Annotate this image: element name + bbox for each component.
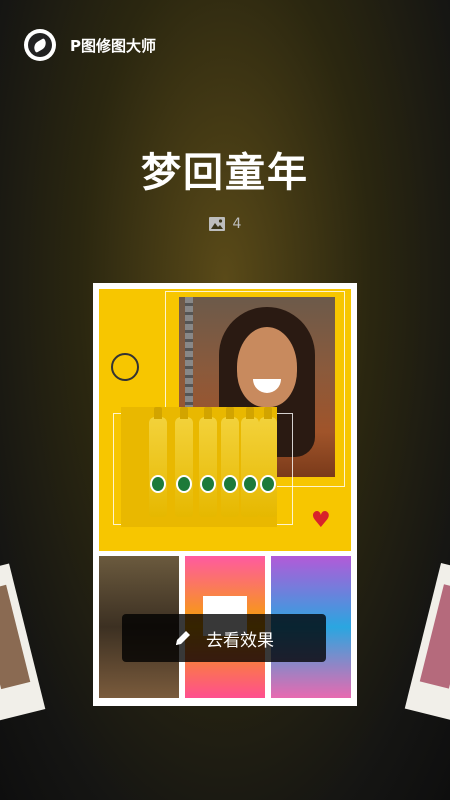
app-name: P图修图大师 — [70, 36, 156, 55]
app-header: P图修图大师 — [24, 28, 156, 62]
album-title: 梦回童年 — [141, 150, 309, 196]
heart-icon: ♥ — [311, 508, 331, 533]
next-template-card[interactable] — [404, 562, 450, 724]
prev-template-card[interactable] — [0, 563, 46, 723]
image-count: 4 — [232, 216, 242, 232]
app-logo-icon[interactable] — [24, 29, 56, 61]
template-hero-image: ♥ — [99, 289, 351, 551]
view-effect-label: 去看效果 — [206, 630, 274, 651]
pencil-icon — [176, 631, 190, 645]
image-icon — [208, 217, 225, 231]
view-effect-button[interactable]: 去看效果 — [122, 614, 326, 662]
emoji-sticker-icon — [111, 353, 139, 381]
image-count-row: 4 — [0, 216, 450, 232]
bottles-photo — [121, 407, 277, 527]
